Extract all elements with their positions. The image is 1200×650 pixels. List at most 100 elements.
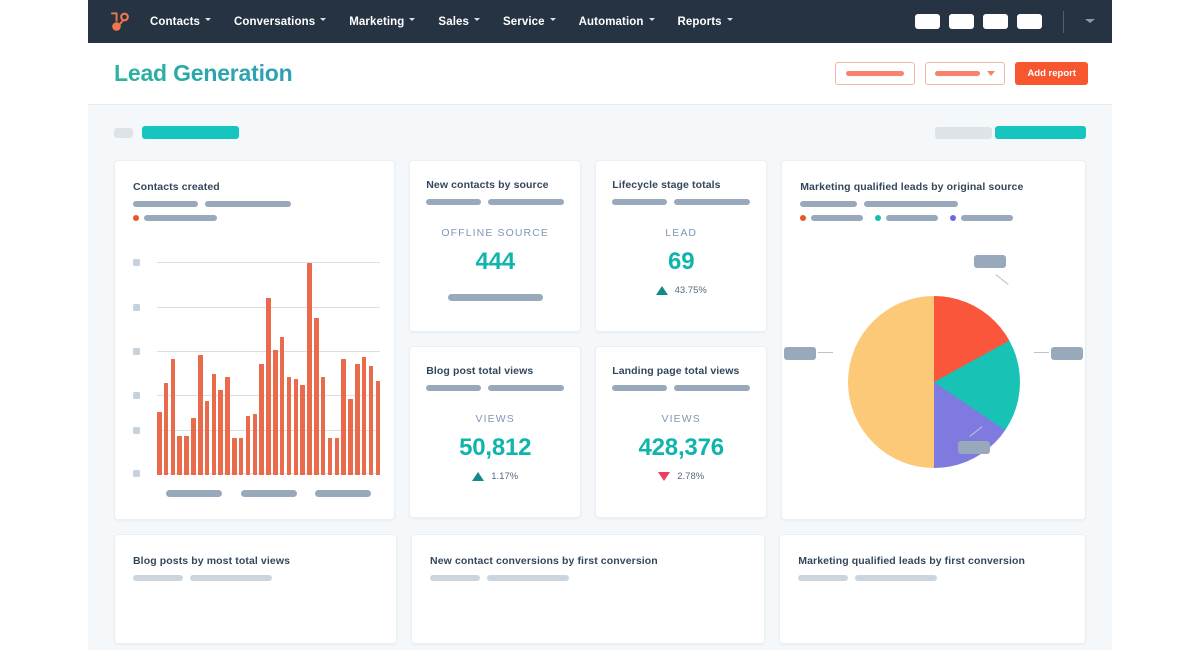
toolbar-left-active-tab[interactable] [142, 126, 239, 139]
card-subtitle-placeholders [800, 201, 1067, 207]
bar [238, 437, 244, 475]
metric-delta-value: 1.17% [491, 471, 519, 482]
card-blog-post-total-views[interactable]: Blog post total views VIEWS 50,812 1.17% [409, 346, 582, 518]
triangle-up-icon [472, 472, 485, 481]
bar [197, 354, 203, 475]
bar [177, 435, 183, 475]
card-mql-by-original-source[interactable]: Marketing qualified leads by original so… [781, 160, 1086, 520]
bar [355, 363, 360, 475]
page-header: Lead Generation Add report [88, 43, 1112, 105]
nav-item-reports[interactable]: Reports [678, 16, 734, 28]
bar [252, 413, 258, 475]
card-landing-page-total-views[interactable]: Landing page total views VIEWS 428,376 2… [595, 346, 768, 518]
nav-action-placeholder-3[interactable] [983, 14, 1008, 29]
subtitle-placeholder-b [487, 385, 565, 391]
dashboard-column-4: Marketing qualified leads by original so… [781, 160, 1086, 520]
bar [327, 437, 333, 475]
metric-delta: 43.75% [612, 285, 750, 296]
metric-value: 428,376 [638, 434, 725, 461]
hubspot-sprocket-logo[interactable] [106, 8, 134, 36]
bar [273, 350, 278, 475]
card-new-contacts-by-source[interactable]: New contacts by source OFFLINE SOURCE 44… [409, 160, 582, 332]
chevron-down-icon [205, 18, 212, 25]
bar [191, 418, 196, 475]
dashboard-body: Contacts created New contacts by source … [88, 105, 1112, 644]
x-axis-label-placeholder [314, 490, 371, 497]
card-lifecycle-stage-totals[interactable]: Lifecycle stage totals LEAD 69 43.75% [595, 160, 768, 332]
card-mql-by-first-conversion[interactable]: Marketing qualified leads by first conve… [779, 534, 1086, 644]
pie-leader-line [818, 352, 834, 353]
card-subtitle-placeholders [612, 385, 751, 391]
subtitle-placeholder-a [426, 385, 481, 391]
bar [245, 416, 251, 475]
y-axis-tick [133, 348, 140, 355]
card-blog-posts-by-most-total-views[interactable]: Blog posts by most total views [114, 534, 398, 644]
dashboard-grid-row-1: Contacts created New contacts by source … [114, 160, 1086, 520]
nav-action-placeholder-2[interactable] [949, 14, 974, 29]
nav-item-service[interactable]: Service [503, 16, 557, 28]
bar [259, 363, 264, 475]
bar [170, 359, 176, 475]
nav-right-actions [915, 10, 1100, 33]
y-axis-tick [133, 470, 140, 477]
nav-item-contacts[interactable]: Contacts [150, 16, 212, 28]
toolbar-right-placeholder[interactable] [935, 126, 992, 139]
dashboard-column-1: Contacts created [114, 160, 396, 520]
y-axis-tick [133, 304, 140, 311]
actions-dropdown-button[interactable] [925, 62, 1006, 85]
pie-slice-label-placeholder [784, 347, 817, 360]
nav-item-automation[interactable]: Automation [579, 16, 656, 28]
card-title: Marketing qualified leads by first conve… [798, 555, 1026, 567]
card-title: New contacts by source [426, 179, 549, 191]
card-subtitle-placeholders [426, 385, 565, 391]
x-axis-label-placeholder [240, 490, 297, 497]
toolbar-left-placeholder[interactable] [114, 127, 133, 138]
nav-divider [1063, 10, 1064, 33]
subtitle-placeholder-b [190, 575, 272, 581]
nav-item-label: Contacts [150, 15, 201, 28]
card-subtitle-placeholders [430, 575, 746, 581]
dashboard-toolbar-left [114, 126, 239, 139]
bar-chart [133, 257, 381, 505]
top-navigation-bar: Contacts Conversations Marketing Sales S… [88, 0, 1112, 43]
metric-delta: 2.78% [612, 471, 750, 482]
bar [163, 383, 169, 475]
subtitle-placeholder-b [864, 201, 959, 207]
subtitle-placeholder-b [205, 201, 291, 207]
app-window: Contacts Conversations Marketing Sales S… [88, 0, 1112, 650]
toolbar-right-active-tab[interactable] [995, 126, 1086, 139]
metric-value: 444 [475, 248, 515, 275]
account-chevron-down-icon[interactable] [1085, 16, 1096, 27]
nav-item-marketing[interactable]: Marketing [349, 16, 416, 28]
bar [314, 317, 319, 475]
legend-dot-icon [800, 215, 807, 221]
bar [279, 337, 285, 475]
metric-delta: 1.17% [426, 471, 564, 482]
bar [266, 297, 271, 475]
filter-button[interactable] [835, 62, 916, 85]
bar [368, 365, 374, 475]
nav-item-sales[interactable]: Sales [438, 16, 481, 28]
y-axis-tick [133, 427, 140, 434]
legend-dot-icon [133, 215, 139, 221]
metric-label: VIEWS [661, 413, 701, 425]
nav-item-label: Marketing [349, 15, 405, 28]
nav-items: Contacts Conversations Marketing Sales S… [150, 16, 734, 28]
metric-footer-placeholder [447, 294, 543, 301]
add-report-button[interactable]: Add report [1015, 62, 1088, 85]
card-new-contact-conversions[interactable]: New contact conversions by first convers… [411, 534, 766, 644]
card-contacts-created[interactable]: Contacts created [114, 160, 396, 520]
dropdown-button-label-placeholder [935, 71, 981, 76]
nav-item-conversations[interactable]: Conversations [234, 16, 327, 28]
metric-label: OFFLINE SOURCE [441, 227, 549, 239]
bar [348, 398, 353, 475]
bar [204, 400, 210, 475]
subtitle-placeholder-b [487, 575, 570, 581]
bar-series [157, 263, 381, 475]
card-subtitle-placeholders [612, 199, 751, 205]
nav-action-placeholder-4[interactable] [1017, 14, 1042, 29]
legend-label-placeholder [144, 215, 217, 221]
bar [341, 359, 346, 475]
nav-action-placeholder-1[interactable] [915, 14, 940, 29]
dashboard-toolbar [114, 105, 1086, 160]
